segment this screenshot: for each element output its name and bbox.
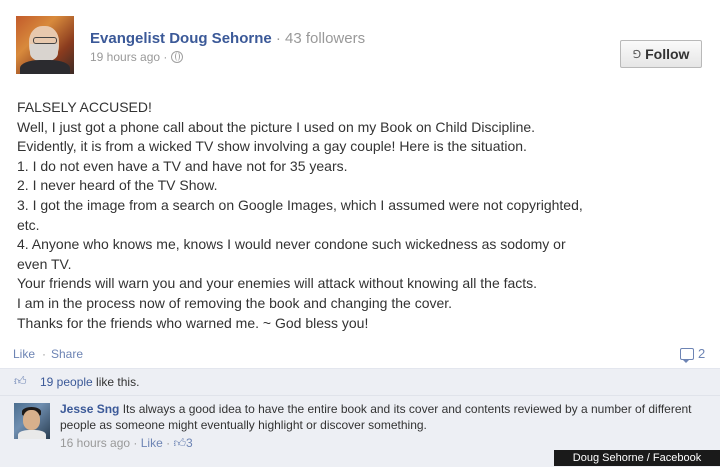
comment-body: Jesse Sng Its always a good idea to have… (60, 402, 710, 433)
post-action-bar: Like · Share 2 (0, 338, 720, 368)
avatar-suit (20, 60, 70, 74)
rss-icon: ⅁ (632, 48, 642, 61)
avatar-glasses (33, 37, 57, 44)
facebook-post: Evangelist Doug Sehorne · 43 followers 1… (0, 0, 720, 467)
post-header: Evangelist Doug Sehorne · 43 followers (90, 30, 365, 47)
followers-count: · 43 followers (275, 30, 366, 47)
likes-summary: 👍︎ 19 people like this. (0, 368, 720, 395)
post-timestamp[interactable]: 19 hours ago · (90, 50, 167, 64)
commenter-name-link[interactable]: Jesse Sng (60, 402, 119, 416)
comment-meta: 16 hours ago · Like · 👍︎3 (60, 436, 193, 451)
avatar-shirt (18, 430, 46, 439)
post-line: 1. I do not even have a TV and have not … (17, 157, 348, 174)
globe-icon (171, 51, 184, 63)
post-line: 3. I got the image from a search on Goog… (17, 196, 583, 213)
post-line: I am in the process now of removing the … (17, 294, 453, 311)
post-line: Thanks for the friends who warned me. ~ … (17, 314, 369, 331)
thumbs-up-icon: 👍︎ (14, 374, 27, 388)
comment-like-link[interactable]: Like (141, 436, 163, 450)
comment-count-button[interactable]: 2 (680, 346, 706, 363)
separator: · (42, 347, 46, 361)
author-name-link[interactable]: Evangelist Doug Sehorne (90, 30, 272, 47)
comment-likes[interactable]: 👍︎3 (173, 436, 192, 450)
likes-suffix: like this. (92, 375, 140, 389)
post-line: 2. I never heard of the TV Show. (17, 177, 218, 194)
commenter-avatar[interactable] (14, 403, 50, 439)
share-link[interactable]: Share (51, 347, 83, 361)
follow-label: Follow (645, 46, 690, 62)
comment-text: Its always a good idea to have the entir… (60, 402, 692, 432)
post-line: FALSELY ACCUSED! (17, 99, 152, 115)
comment-timestamp[interactable]: 16 hours ago · (60, 436, 137, 450)
post-meta: 19 hours ago · (90, 50, 184, 64)
like-link[interactable]: Like (13, 347, 35, 361)
post-line: Evidently, it is from a wicked TV show i… (17, 138, 527, 155)
post-line: Your friends will warn you and your enem… (17, 275, 538, 292)
follow-button[interactable]: ⅁ Follow (620, 40, 702, 68)
thumbs-up-icon: 👍︎ (173, 436, 186, 450)
author-avatar[interactable] (16, 16, 74, 74)
comment-likes-count: 3 (185, 436, 193, 450)
post-line: 4. Anyone who knows me, knows I would ne… (17, 236, 566, 253)
post-body: FALSELY ACCUSED! Well, I just got a phon… (17, 98, 707, 333)
photo-credit-watermark: Doug Sehorne / Facebook (554, 450, 720, 466)
comment-meta-separator: · (162, 436, 171, 450)
avatar-face (23, 410, 40, 430)
likes-text: 19 people like this. (40, 375, 139, 389)
comment-count: 2 (698, 346, 706, 361)
post-line: etc. (17, 216, 40, 233)
post-line: Well, I just got a phone call about the … (17, 118, 536, 135)
comment-icon (680, 347, 694, 363)
post-line: even TV. (17, 255, 72, 272)
likes-count-link[interactable]: 19 people (40, 375, 93, 389)
